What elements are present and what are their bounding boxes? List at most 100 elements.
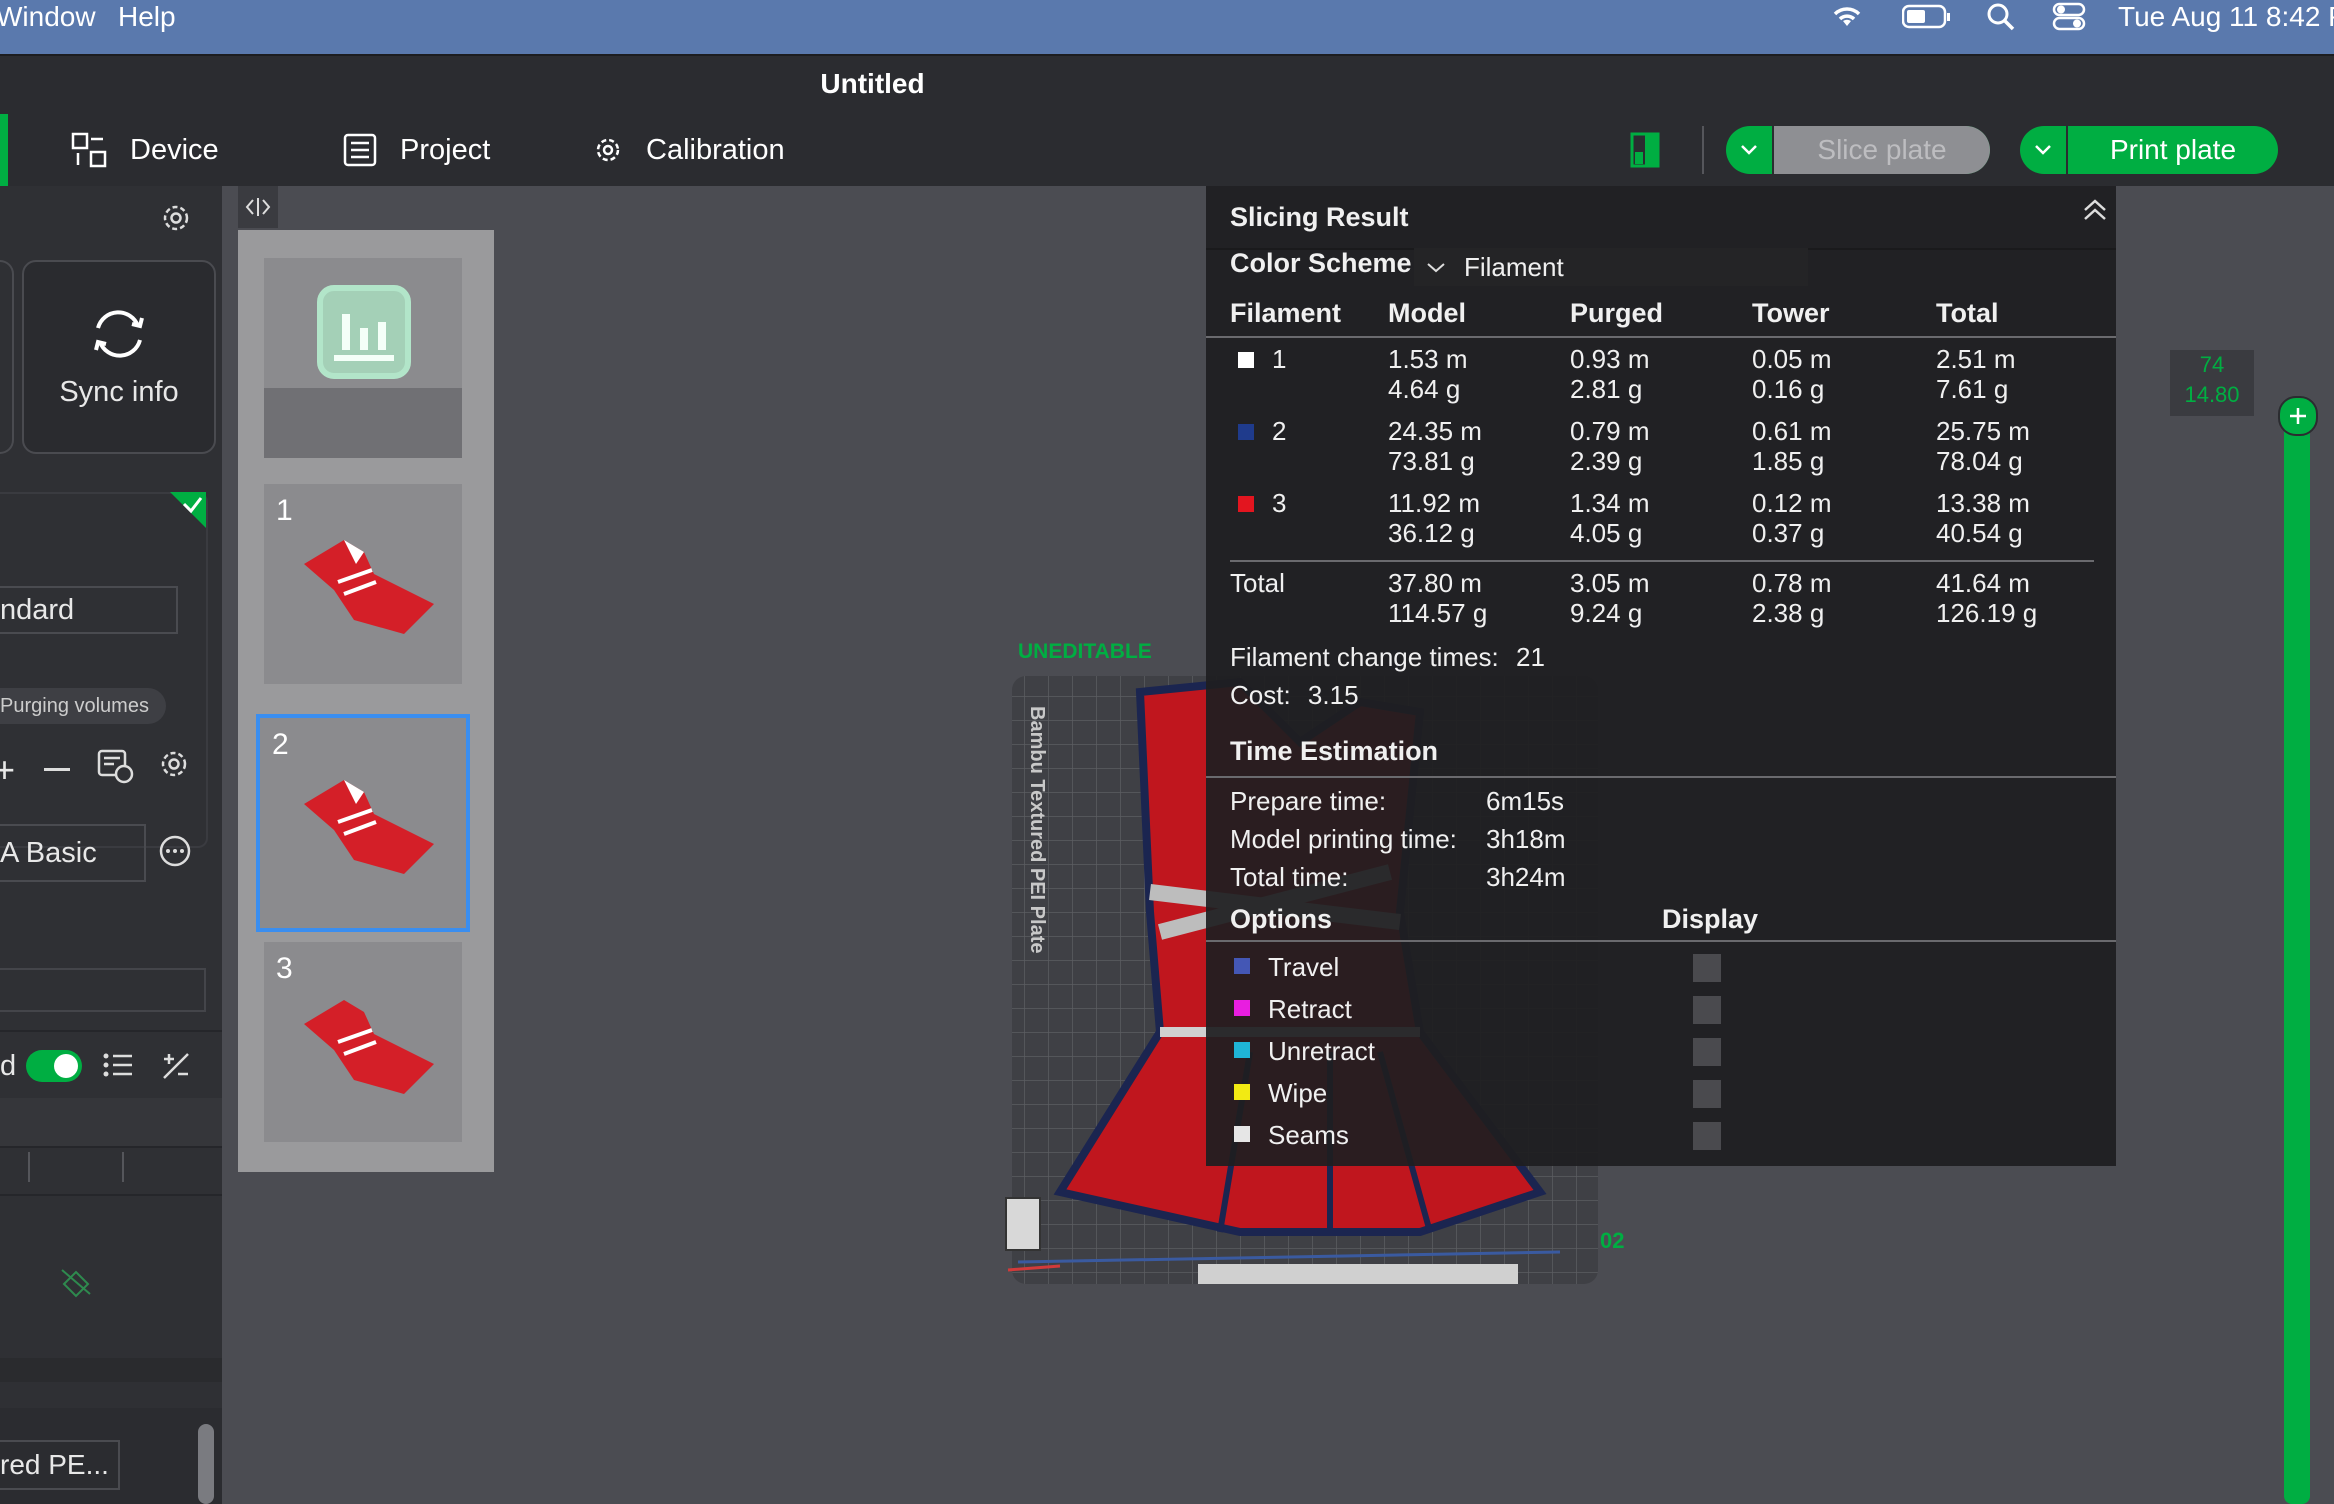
collapse-up-icon[interactable] — [2082, 198, 2108, 222]
model-weight: 73.81 g — [1388, 446, 1475, 476]
filament-preset-select[interactable]: A Basic — [0, 824, 146, 882]
list-view-icon[interactable] — [102, 1050, 134, 1080]
plate-1-thumbnail[interactable]: 1 — [264, 484, 462, 684]
color-scheme-value: Filament — [1464, 252, 1564, 282]
col-model: Model — [1388, 298, 1466, 328]
layer-slider-track[interactable] — [2284, 420, 2310, 1504]
options-divider — [1206, 940, 2116, 942]
option-travel: Travel — [1230, 948, 2110, 988]
chevron-down-icon — [2035, 145, 2051, 155]
retract-display-checkbox[interactable] — [1693, 996, 1721, 1024]
cost-row: Cost: 3.15 — [1230, 680, 1359, 711]
control-center-icon[interactable] — [2052, 2, 2086, 32]
project-list-icon — [343, 133, 377, 167]
filament-settings-gear-icon[interactable] — [158, 748, 190, 780]
wipe-display-checkbox[interactable] — [1693, 1080, 1721, 1108]
model-printing-time-label: Model printing time: — [1230, 824, 1457, 854]
plate-3-thumbnail[interactable]: 3 — [264, 942, 462, 1142]
tower-length: 0.61 m — [1752, 416, 1832, 446]
tab-project[interactable]: Project — [342, 130, 490, 170]
printer-settings-gear-icon[interactable] — [160, 202, 192, 234]
menu-window[interactable]: Window — [0, 0, 96, 34]
sidebar-divider — [0, 1194, 222, 1196]
filament-color-swatch — [1238, 352, 1254, 368]
travel-color-swatch — [1234, 958, 1250, 974]
seams-display-checkbox[interactable] — [1693, 1122, 1721, 1150]
col-filament: Filament — [1230, 298, 1342, 328]
tower-weight: 1.85 g — [1752, 446, 1825, 476]
uneditable-label: UNEDITABLE — [1018, 640, 1152, 663]
retract-label: Retract — [1268, 994, 1352, 1024]
add-filament-icon[interactable]: + — [0, 752, 15, 788]
remove-filament-icon[interactable] — [44, 768, 70, 771]
plate-list-panel: 1 2 3 — [238, 230, 494, 1172]
collapse-panel-button[interactable] — [238, 186, 278, 228]
printer-card-edge[interactable] — [0, 260, 14, 454]
battery-icon[interactable] — [1902, 4, 1952, 30]
preset-selected-check-icon — [170, 492, 206, 528]
model-length: 11.92 m — [1388, 488, 1481, 518]
slice-plate-button[interactable]: Slice plate — [1726, 126, 1990, 174]
sync-info-button[interactable]: Sync info — [22, 260, 216, 454]
prepare-time-label: Prepare time: — [1230, 786, 1387, 816]
compare-presets-icon[interactable] — [160, 1050, 192, 1082]
advanced-toggle-switch[interactable] — [26, 1050, 82, 1082]
layout-toggle-icon[interactable] — [1630, 132, 1660, 168]
totals-divider — [1230, 560, 2094, 562]
slicing-stats-thumbnail[interactable] — [264, 258, 462, 458]
tower-length: 0.12 m — [1752, 488, 1832, 518]
toolbar-divider — [1702, 126, 1704, 174]
seams-label: Seams — [1268, 1120, 1349, 1150]
wifi-icon[interactable] — [1830, 2, 1864, 30]
slice-dropdown-toggle[interactable] — [1726, 126, 1774, 174]
tab-calibration-label: Calibration — [646, 133, 785, 166]
travel-display-checkbox[interactable] — [1693, 954, 1721, 982]
color-scheme-label: Color Scheme — [1230, 248, 1412, 278]
slice-plate-label[interactable]: Slice plate — [1774, 126, 1990, 174]
spotlight-search-icon[interactable] — [1986, 2, 2016, 32]
filament-color-swatch — [1238, 496, 1254, 512]
tower-length: 0.78 m — [1752, 568, 1832, 598]
print-dropdown-toggle[interactable] — [2020, 126, 2068, 174]
purging-volumes-button[interactable]: Purging volumes — [0, 688, 166, 724]
filament-change-value: 21 — [1516, 642, 1545, 672]
total-time-label: Total time: — [1230, 862, 1349, 892]
option-unretract: Unretract — [1230, 1032, 2110, 1072]
print-plate-label[interactable]: Print plate — [2068, 134, 2278, 166]
menubar-clock[interactable]: Tue Aug 11 8:42 P — [2118, 0, 2334, 34]
tab-device[interactable]: Device — [70, 130, 219, 170]
tower-weight: 0.16 g — [1752, 374, 1825, 404]
tab-separator — [28, 1152, 30, 1182]
color-scheme-select[interactable]: Filament — [1414, 248, 1808, 286]
process-preset-select[interactable]: ndard — [0, 586, 178, 634]
print-plate-button[interactable]: Print plate — [2020, 126, 2278, 174]
menu-help[interactable]: Help — [118, 0, 176, 34]
slicing-result-title: Slicing Result — [1230, 202, 1409, 232]
hide-object-icon[interactable] — [58, 1264, 94, 1300]
plate-name-label: Bambu Textured PEI Plate — [1026, 706, 1048, 954]
travel-label: Travel — [1268, 952, 1340, 982]
total-time-value: 3h24m — [1486, 862, 1566, 892]
col-purged: Purged — [1570, 298, 1664, 328]
table-header-divider — [1206, 336, 2116, 338]
filament-sync-icon[interactable] — [96, 748, 134, 784]
search-setting-field[interactable] — [0, 968, 206, 1012]
purged-weight: 2.39 g — [1570, 446, 1643, 476]
tab-calibration[interactable]: Calibration — [592, 130, 785, 170]
layer-readout: 74 14.80 — [2170, 350, 2254, 416]
plus-icon — [2290, 408, 2306, 424]
cost-label: Cost: — [1230, 680, 1291, 710]
prepare-time-value: 6m15s — [1486, 786, 1565, 816]
settings-tab-strip[interactable] — [0, 1098, 222, 1148]
plate-2-thumbnail[interactable]: 2 — [256, 714, 470, 932]
total-length: 2.51 m — [1936, 344, 2016, 374]
unretract-display-checkbox[interactable] — [1693, 1038, 1721, 1066]
time-divider — [1206, 776, 2116, 778]
model-weight: 36.12 g — [1388, 518, 1475, 548]
display-title: Display — [1662, 904, 1759, 934]
sidebar-scrollbar[interactable] — [198, 1424, 214, 1504]
more-options-icon[interactable] — [158, 834, 192, 868]
wipe-label: Wipe — [1268, 1078, 1328, 1108]
layer-slider-handle[interactable] — [2278, 396, 2318, 436]
plate-type-select[interactable]: red PE... — [0, 1440, 120, 1490]
